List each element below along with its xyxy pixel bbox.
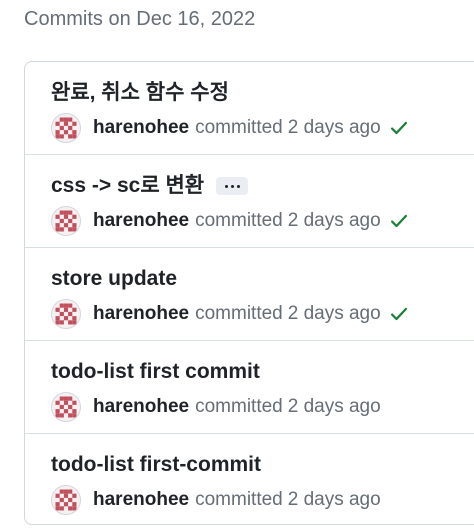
check-icon[interactable] [389,210,411,232]
avatar[interactable] [51,485,81,515]
commits-page: Commits on Dec 16, 2022 완료, 취소 함수 수정 har… [0,0,474,531]
commit-row: css -> sc로 변환 harenohee committed 2 days… [25,155,474,248]
check-icon[interactable] [389,303,411,325]
author-link[interactable]: harenohee [93,117,189,139]
author-link[interactable]: harenohee [93,396,189,418]
commit-title-link[interactable]: todo-list first-commit [51,451,261,479]
commit-row: todo-list first-commit harenohee committ… [25,434,474,524]
avatar[interactable] [51,206,81,236]
commit-action-text: committed [195,117,283,138]
commit-row: store update harenohee committed 2 days … [25,248,474,341]
commit-time: 2 days ago [287,489,381,510]
commit-title-link[interactable]: store update [51,265,177,293]
commit-action-text: committed [195,396,283,417]
commit-action-text: committed [195,210,283,231]
ellipsis-icon [224,184,228,188]
commit-row: todo-list first commit harenohee committ… [25,341,474,434]
author-link[interactable]: harenohee [93,489,189,511]
commit-meta: harenohee committed 2 days ago [51,299,411,329]
avatar[interactable] [51,392,81,422]
author-link[interactable]: harenohee [93,303,189,325]
expand-description-button[interactable] [216,177,249,195]
commit-group-heading: Commits on Dec 16, 2022 [24,8,256,30]
commit-time: 2 days ago [287,396,381,417]
avatar[interactable] [51,299,81,329]
commit-title-link[interactable]: css -> sc로 변환 [51,172,204,200]
author-link[interactable]: harenohee [93,210,189,232]
commit-time: 2 days ago [287,303,381,324]
commit-title-link[interactable]: 완료, 취소 함수 수정 [51,79,229,107]
commit-meta: harenohee committed 2 days ago [51,113,411,143]
commit-list: 완료, 취소 함수 수정 harenohee committed 2 days … [24,61,474,525]
commit-action-text: committed [195,303,283,324]
commit-time: 2 days ago [287,210,381,231]
commit-meta: harenohee committed 2 days ago [51,485,381,515]
commit-row: 완료, 취소 함수 수정 harenohee committed 2 days … [25,62,474,155]
check-icon[interactable] [389,117,411,139]
commit-time: 2 days ago [287,117,381,138]
commit-action-text: committed [195,489,283,510]
commit-meta: harenohee committed 2 days ago [51,392,381,422]
commit-meta: harenohee committed 2 days ago [51,206,411,236]
avatar[interactable] [51,113,81,143]
commit-title-link[interactable]: todo-list first commit [51,358,260,386]
